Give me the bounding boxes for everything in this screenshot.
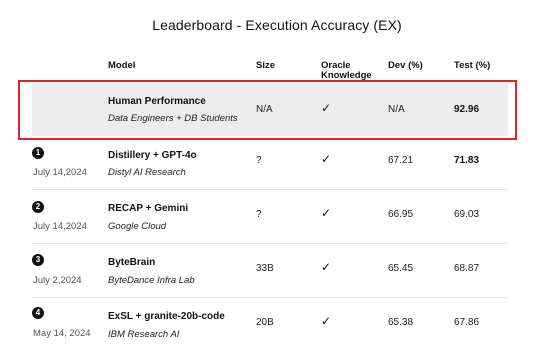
check-icon: ✓ bbox=[321, 314, 332, 328]
column-header-oracle: Oracle Knowledge bbox=[321, 61, 372, 81]
highlight-box bbox=[18, 80, 517, 140]
row-divider bbox=[32, 297, 508, 298]
leaderboard-title: Leaderboard - Execution Accuracy (EX) bbox=[152, 17, 402, 33]
rank-badge: 4 bbox=[32, 307, 44, 319]
submission-date: July 14,2024 bbox=[33, 167, 87, 178]
dev-score: 66.95 bbox=[388, 209, 414, 220]
dev-score: 67.21 bbox=[388, 155, 414, 166]
model-name: RECAP + Gemini bbox=[108, 203, 189, 214]
check-icon: ✓ bbox=[321, 206, 332, 220]
test-score: 69.03 bbox=[454, 209, 480, 220]
model-name: ByteBrain bbox=[108, 257, 156, 268]
column-header-size: Size bbox=[256, 60, 276, 71]
submission-date: May 14, 2024 bbox=[33, 328, 91, 339]
submission-date: July 2,2024 bbox=[33, 275, 82, 286]
test-score: 67.86 bbox=[454, 317, 480, 328]
column-header-test: Test (%) bbox=[454, 60, 491, 71]
model-name: Distillery + GPT-4o bbox=[108, 150, 197, 161]
row-divider bbox=[32, 189, 508, 190]
model-name: ExSL + granite-20b-code bbox=[108, 311, 225, 322]
row-divider bbox=[32, 243, 508, 244]
model-size: ? bbox=[256, 209, 262, 220]
column-header-dev: Dev (%) bbox=[388, 60, 423, 71]
dev-score: 65.45 bbox=[388, 263, 414, 274]
model-org: Google Cloud bbox=[108, 221, 167, 232]
model-org: ByteDance Infra Lab bbox=[108, 275, 195, 286]
dev-score: 65.38 bbox=[388, 317, 414, 328]
model-size: 20B bbox=[256, 317, 274, 328]
check-icon: ✓ bbox=[321, 152, 332, 166]
test-score: 68.87 bbox=[454, 263, 480, 274]
model-size: ? bbox=[256, 155, 262, 166]
rank-badge: 1 bbox=[32, 147, 44, 159]
submission-date: July 14,2024 bbox=[33, 221, 87, 232]
rank-badge: 2 bbox=[32, 201, 44, 213]
check-icon: ✓ bbox=[321, 260, 332, 274]
model-org: Distyl AI Research bbox=[108, 167, 186, 178]
column-header-model: Model bbox=[108, 60, 136, 71]
model-size: 33B bbox=[256, 263, 274, 274]
rank-badge: 3 bbox=[32, 254, 44, 266]
model-org: IBM Research AI bbox=[108, 329, 180, 340]
test-score: 71.83 bbox=[454, 155, 480, 166]
